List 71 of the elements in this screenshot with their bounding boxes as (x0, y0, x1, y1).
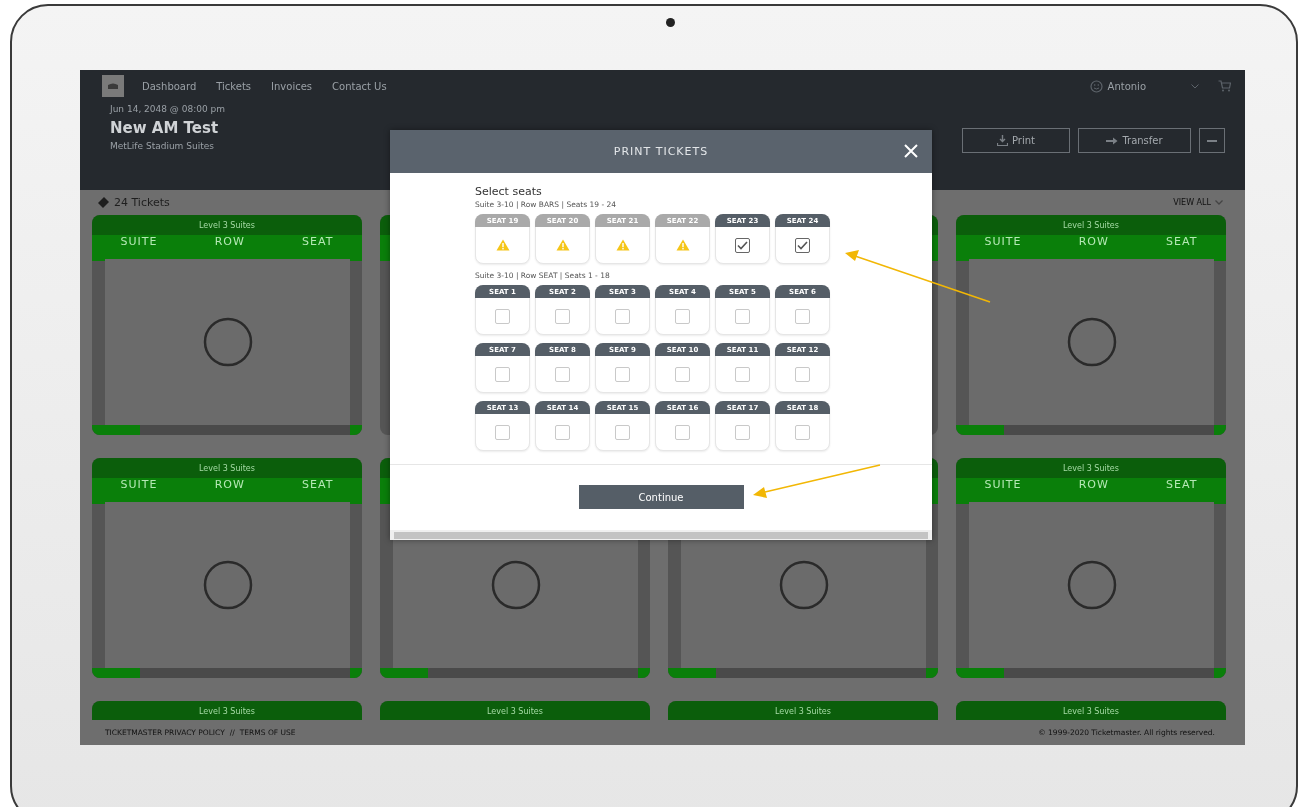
section-label: Level 3 Suites (775, 706, 831, 716)
column-label: SUITE (120, 478, 158, 491)
check-icon (737, 240, 748, 250)
camera-icon (665, 18, 675, 27)
event-date: Jun 14, 2048 @ 08:00 pm (110, 104, 225, 114)
ticket-card[interactable]: Level 3 Suites (668, 701, 938, 720)
section-heading: Select seats (475, 185, 543, 198)
column-label: SEAT (1166, 478, 1198, 491)
checkbox[interactable] (735, 237, 750, 253)
spinner-icon (1065, 559, 1118, 611)
section-label: Level 3 Suites (1063, 220, 1119, 230)
column-label: SUITE (984, 478, 1022, 491)
column-label: ROW (214, 478, 245, 491)
dialog-title: PRINT TICKETS (613, 145, 709, 158)
column-label: SUITE (120, 235, 158, 248)
continue-button[interactable]: Continue (578, 485, 744, 509)
spinner-icon (1065, 316, 1118, 368)
nav-link[interactable]: Invoices (271, 80, 313, 92)
section-label: Level 3 Suites (1063, 706, 1119, 716)
ticket-card[interactable]: Level 3 Suites SUITE ROW SEAT (92, 458, 362, 678)
spinner-icon (201, 559, 254, 611)
transfer-button[interactable]: Transfer (1078, 128, 1191, 153)
ticket-card[interactable]: Level 3 Suites (92, 701, 362, 720)
logo-icon[interactable] (102, 75, 124, 97)
column-label: ROW (214, 235, 245, 248)
column-label: SEAT (1166, 235, 1198, 248)
checkbox[interactable] (795, 237, 810, 253)
ticket-icon (98, 197, 109, 208)
more-button[interactable] (1199, 128, 1225, 153)
ticket-card[interactable]: Level 3 Suites SUITE ROW SEAT (956, 215, 1226, 435)
user-name[interactable]: Antonio (1107, 80, 1146, 92)
section-label: Level 3 Suites (487, 706, 543, 716)
warning-icon (615, 239, 630, 251)
event-title: New AM Test (110, 119, 220, 137)
venue-name: MetLife Stadium Suites (110, 141, 215, 151)
ticket-card[interactable]: Level 3 Suites (380, 701, 650, 720)
section-label: Level 3 Suites (199, 463, 255, 473)
column-label: SUITE (984, 235, 1022, 248)
spinner-icon (489, 559, 542, 611)
spinner-icon (201, 316, 254, 368)
section-label: Level 3 Suites (199, 706, 255, 716)
cart-icon (1218, 80, 1231, 92)
column-label: ROW (1078, 235, 1109, 248)
section-label: Level 3 Suites (1063, 463, 1119, 473)
column-label: SEAT (302, 478, 334, 491)
arrow-icon (1106, 136, 1119, 145)
ticket-card[interactable]: Level 3 Suites SUITE ROW SEAT (956, 458, 1226, 678)
chevron-icon (1215, 200, 1223, 205)
ticket-count: 24 Tickets (114, 196, 170, 209)
print-button[interactable]: Print (962, 128, 1070, 153)
column-label: SEAT (302, 235, 334, 248)
user-icon (1089, 79, 1103, 93)
ticket-card[interactable]: Level 3 Suites (956, 701, 1226, 720)
nav-link[interactable]: Tickets (216, 80, 252, 92)
column-label: ROW (1078, 478, 1109, 491)
scrollbar[interactable] (390, 530, 932, 540)
dash-icon (1207, 139, 1217, 142)
chevron-icon (1191, 83, 1199, 89)
nav-link[interactable]: Dashboard (142, 80, 197, 92)
spinner-icon (777, 559, 830, 611)
close-icon (904, 144, 918, 158)
view-all-button[interactable]: VIEW ALL (1173, 198, 1223, 207)
ticket-card[interactable]: Level 3 Suites SUITE ROW SEAT (92, 215, 362, 435)
warning-icon (675, 239, 690, 251)
nav-link[interactable]: Contact Us (332, 80, 387, 92)
download-icon (997, 135, 1008, 146)
stadium-icon (107, 82, 119, 90)
section-label: Level 3 Suites (199, 220, 255, 230)
warning-icon (555, 239, 570, 251)
warning-icon (495, 239, 510, 251)
check-icon (797, 240, 808, 250)
